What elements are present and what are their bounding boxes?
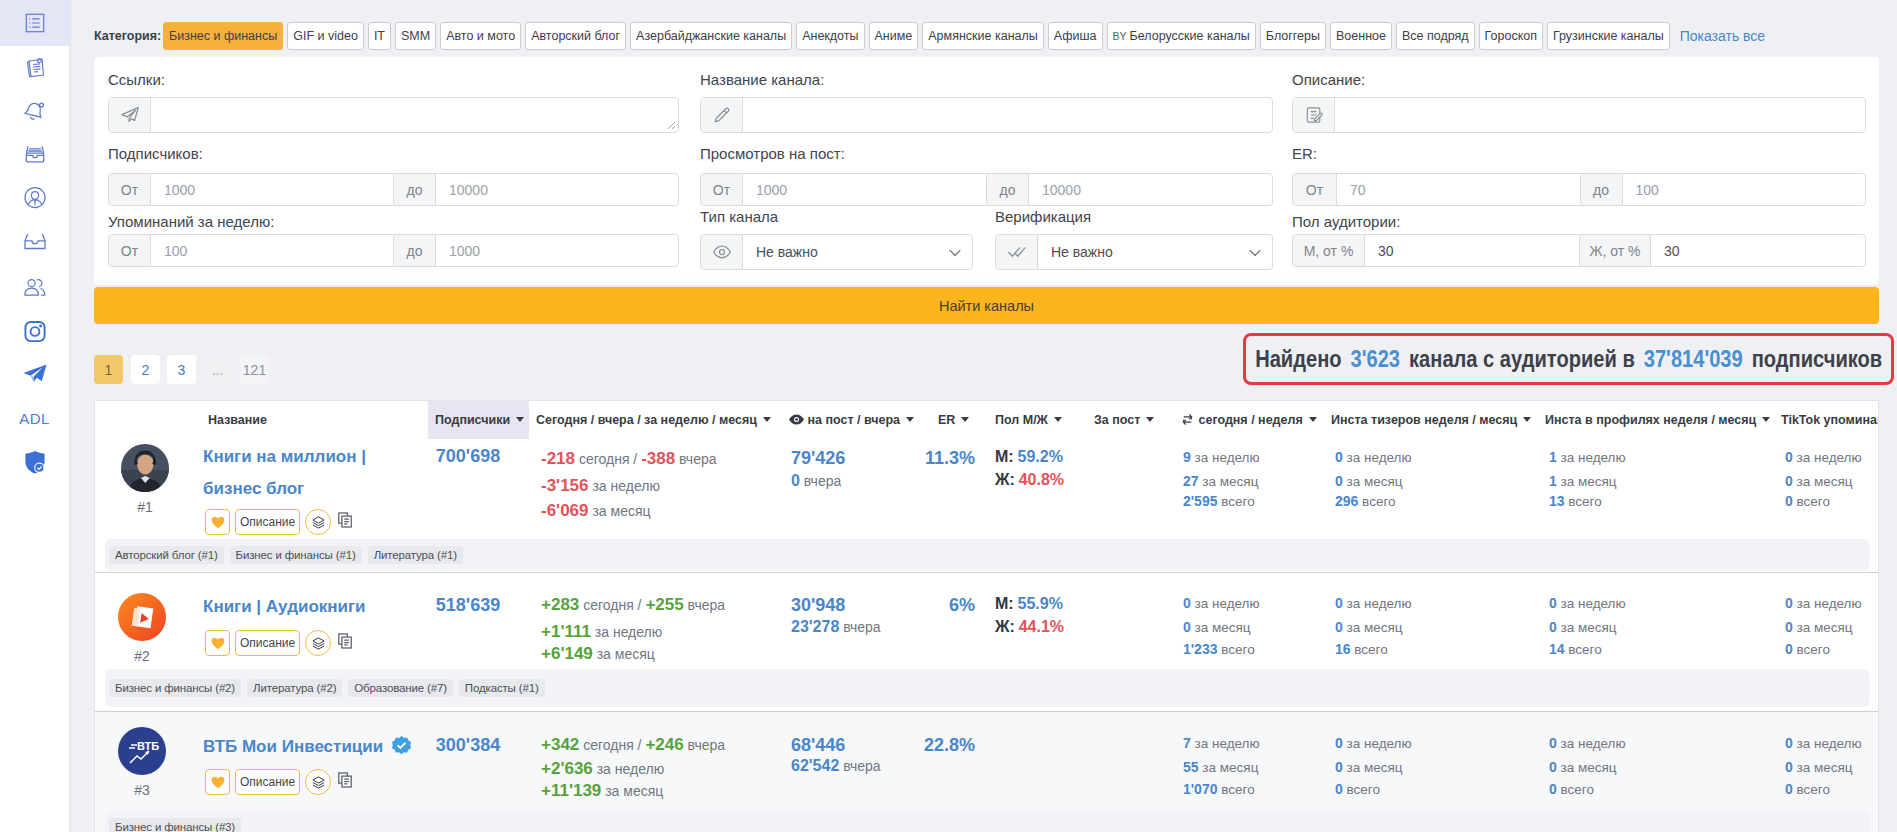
svg-text:ВТБ: ВТБ — [137, 740, 159, 752]
